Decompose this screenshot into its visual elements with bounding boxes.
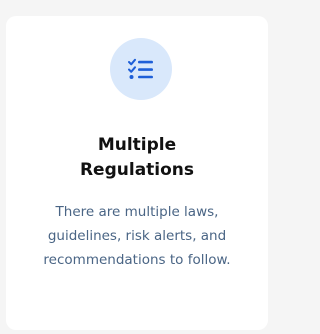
card-title-line-1: Multiple: [97, 135, 177, 155]
feature-card: Multiple Regulations There are multiple …: [6, 16, 268, 330]
card-title: Multiple Regulations: [6, 133, 268, 183]
card-description: There are multiple laws, guidelines, ris…: [43, 204, 231, 268]
checklist-icon: [110, 38, 172, 100]
card-title-line-2: Regulations: [79, 160, 195, 180]
